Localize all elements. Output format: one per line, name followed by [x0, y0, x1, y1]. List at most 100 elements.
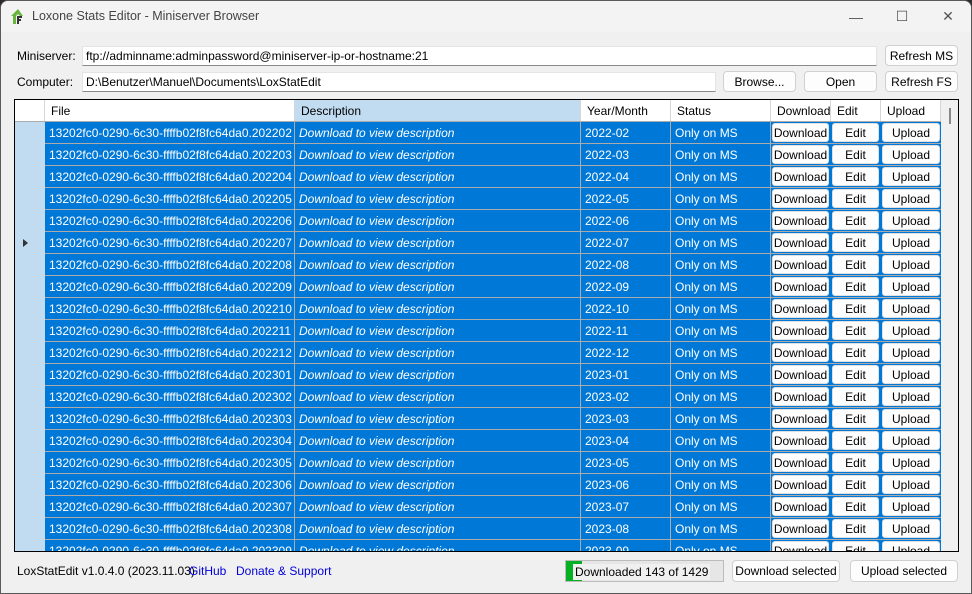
files-grid[interactable]: File Description Year/Month Status Downl…	[14, 99, 959, 552]
status-cell[interactable]: Only on MS	[671, 232, 771, 253]
row-edit-button[interactable]: Edit	[832, 123, 879, 142]
table-row[interactable]: 13202fc0-0290-6c30-ffffb02f8fc64da0.2023…	[45, 386, 941, 408]
download-selected-button[interactable]: Download selected	[732, 560, 840, 582]
row-upload-button[interactable]: Upload	[882, 211, 940, 230]
row-download-button[interactable]: Download	[772, 541, 829, 551]
column-header-download[interactable]: Download	[771, 100, 831, 121]
status-cell[interactable]: Only on MS	[671, 188, 771, 209]
row-edit-button[interactable]: Edit	[832, 431, 879, 450]
year-month-cell[interactable]: 2022-06	[581, 210, 671, 231]
table-row[interactable]: 13202fc0-0290-6c30-ffffb02f8fc64da0.2022…	[45, 122, 941, 144]
status-cell[interactable]: Only on MS	[671, 166, 771, 187]
table-row[interactable]: 13202fc0-0290-6c30-ffffb02f8fc64da0.2023…	[45, 518, 941, 540]
table-row[interactable]: 13202fc0-0290-6c30-ffffb02f8fc64da0.2022…	[45, 320, 941, 342]
year-month-cell[interactable]: 2023-09	[581, 540, 671, 551]
file-cell[interactable]: 13202fc0-0290-6c30-ffffb02f8fc64da0.2022…	[45, 210, 295, 231]
table-row[interactable]: 13202fc0-0290-6c30-ffffb02f8fc64da0.2023…	[45, 540, 941, 551]
year-month-cell[interactable]: 2022-09	[581, 276, 671, 297]
row-edit-button[interactable]: Edit	[832, 145, 879, 164]
row-download-button[interactable]: Download	[772, 453, 829, 472]
table-row[interactable]: 13202fc0-0290-6c30-ffffb02f8fc64da0.2022…	[45, 144, 941, 166]
row-download-button[interactable]: Download	[772, 409, 829, 428]
file-cell[interactable]: 13202fc0-0290-6c30-ffffb02f8fc64da0.2022…	[45, 122, 295, 143]
status-cell[interactable]: Only on MS	[671, 540, 771, 551]
file-cell[interactable]: 13202fc0-0290-6c30-ffffb02f8fc64da0.2023…	[45, 386, 295, 407]
minimize-button[interactable]: —	[833, 1, 879, 32]
year-month-cell[interactable]: 2022-07	[581, 232, 671, 253]
table-row[interactable]: 13202fc0-0290-6c30-ffffb02f8fc64da0.2022…	[45, 342, 941, 364]
year-month-cell[interactable]: 2023-04	[581, 430, 671, 451]
description-cell[interactable]: Download to view description	[295, 122, 581, 143]
row-download-button[interactable]: Download	[772, 519, 829, 538]
description-cell[interactable]: Download to view description	[295, 276, 581, 297]
scrollbar-thumb[interactable]	[949, 108, 951, 124]
description-cell[interactable]: Download to view description	[295, 320, 581, 341]
row-upload-button[interactable]: Upload	[882, 453, 940, 472]
description-cell[interactable]: Download to view description	[295, 408, 581, 429]
description-cell[interactable]: Download to view description	[295, 298, 581, 319]
row-download-button[interactable]: Download	[772, 255, 829, 274]
column-header-edit[interactable]: Edit	[831, 100, 881, 121]
column-header-year-month[interactable]: Year/Month	[581, 100, 671, 121]
file-cell[interactable]: 13202fc0-0290-6c30-ffffb02f8fc64da0.2023…	[45, 452, 295, 473]
github-link[interactable]: GitHub	[189, 564, 226, 578]
year-month-cell[interactable]: 2022-11	[581, 320, 671, 341]
description-cell[interactable]: Download to view description	[295, 364, 581, 385]
file-cell[interactable]: 13202fc0-0290-6c30-ffffb02f8fc64da0.2022…	[45, 166, 295, 187]
year-month-cell[interactable]: 2023-07	[581, 496, 671, 517]
row-upload-button[interactable]: Upload	[882, 519, 940, 538]
row-upload-button[interactable]: Upload	[882, 189, 940, 208]
file-cell[interactable]: 13202fc0-0290-6c30-ffffb02f8fc64da0.2022…	[45, 320, 295, 341]
file-cell[interactable]: 13202fc0-0290-6c30-ffffb02f8fc64da0.2023…	[45, 430, 295, 451]
column-header-file[interactable]: File	[45, 100, 295, 121]
row-download-button[interactable]: Download	[772, 277, 829, 296]
year-month-cell[interactable]: 2023-06	[581, 474, 671, 495]
row-upload-button[interactable]: Upload	[882, 233, 940, 252]
year-month-cell[interactable]: 2023-03	[581, 408, 671, 429]
row-edit-button[interactable]: Edit	[832, 453, 879, 472]
table-row[interactable]: 13202fc0-0290-6c30-ffffb02f8fc64da0.2022…	[45, 232, 941, 254]
row-upload-button[interactable]: Upload	[882, 541, 940, 551]
description-cell[interactable]: Download to view description	[295, 166, 581, 187]
year-month-cell[interactable]: 2022-03	[581, 144, 671, 165]
year-month-cell[interactable]: 2022-10	[581, 298, 671, 319]
description-cell[interactable]: Download to view description	[295, 540, 581, 551]
status-cell[interactable]: Only on MS	[671, 408, 771, 429]
file-cell[interactable]: 13202fc0-0290-6c30-ffffb02f8fc64da0.2023…	[45, 518, 295, 539]
donate-support-link[interactable]: Donate & Support	[236, 564, 331, 578]
row-edit-button[interactable]: Edit	[832, 299, 879, 318]
status-cell[interactable]: Only on MS	[671, 496, 771, 517]
file-cell[interactable]: 13202fc0-0290-6c30-ffffb02f8fc64da0.2022…	[45, 298, 295, 319]
status-cell[interactable]: Only on MS	[671, 144, 771, 165]
file-cell[interactable]: 13202fc0-0290-6c30-ffffb02f8fc64da0.2022…	[45, 188, 295, 209]
status-cell[interactable]: Only on MS	[671, 210, 771, 231]
row-edit-button[interactable]: Edit	[832, 343, 879, 362]
column-header-description[interactable]: Description	[295, 100, 581, 121]
description-cell[interactable]: Download to view description	[295, 474, 581, 495]
row-download-button[interactable]: Download	[772, 431, 829, 450]
table-row[interactable]: 13202fc0-0290-6c30-ffffb02f8fc64da0.2023…	[45, 364, 941, 386]
table-row[interactable]: 13202fc0-0290-6c30-ffffb02f8fc64da0.2022…	[45, 188, 941, 210]
row-edit-button[interactable]: Edit	[832, 255, 879, 274]
row-edit-button[interactable]: Edit	[832, 365, 879, 384]
description-cell[interactable]: Download to view description	[295, 254, 581, 275]
description-cell[interactable]: Download to view description	[295, 188, 581, 209]
status-cell[interactable]: Only on MS	[671, 364, 771, 385]
status-cell[interactable]: Only on MS	[671, 122, 771, 143]
row-upload-button[interactable]: Upload	[882, 409, 940, 428]
row-download-button[interactable]: Download	[772, 167, 829, 186]
year-month-cell[interactable]: 2022-05	[581, 188, 671, 209]
file-cell[interactable]: 13202fc0-0290-6c30-ffffb02f8fc64da0.2023…	[45, 364, 295, 385]
row-upload-button[interactable]: Upload	[882, 145, 940, 164]
description-cell[interactable]: Download to view description	[295, 430, 581, 451]
description-cell[interactable]: Download to view description	[295, 386, 581, 407]
status-cell[interactable]: Only on MS	[671, 430, 771, 451]
year-month-cell[interactable]: 2023-05	[581, 452, 671, 473]
computer-path-input[interactable]: D:\Benutzer\Manuel\Documents\LoxStatEdit	[82, 72, 716, 92]
row-edit-button[interactable]: Edit	[832, 475, 879, 494]
column-header-upload[interactable]: Upload	[881, 100, 941, 121]
row-upload-button[interactable]: Upload	[882, 321, 940, 340]
row-edit-button[interactable]: Edit	[832, 189, 879, 208]
row-download-button[interactable]: Download	[772, 497, 829, 516]
year-month-cell[interactable]: 2023-01	[581, 364, 671, 385]
